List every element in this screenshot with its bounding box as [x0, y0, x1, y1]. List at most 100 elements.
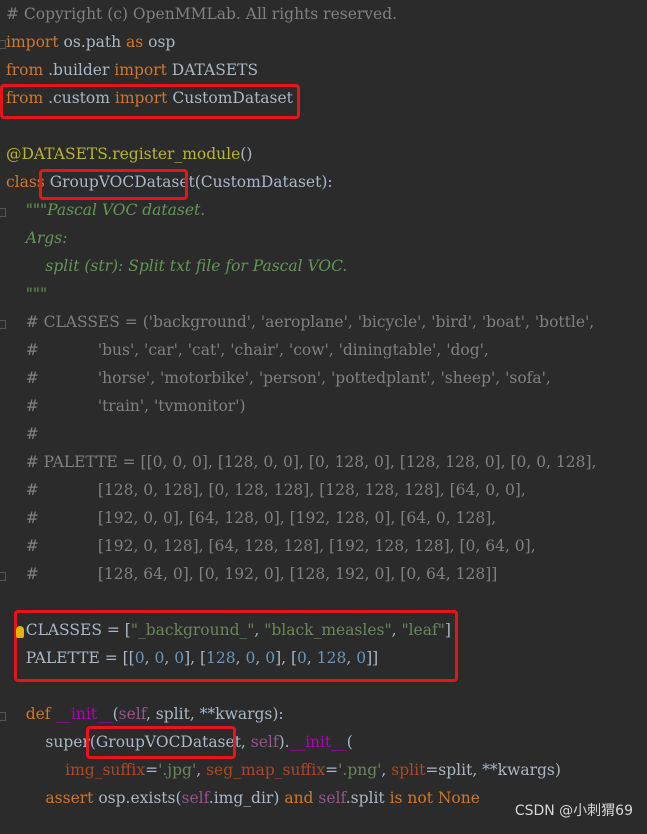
code-token: split	[391, 761, 426, 779]
code-token: GroupVOCDataset	[44, 173, 195, 191]
code-line: from .builder import DATASETS	[6, 56, 258, 84]
code-token: ,	[164, 649, 175, 667]
fold-marker-icon[interactable]	[0, 40, 6, 49]
code-token: ], [	[184, 649, 207, 667]
code-token: #	[6, 425, 39, 443]
code-token: "black_measles"	[264, 621, 392, 639]
code-token: from	[6, 61, 44, 79]
code-line: @DATASETS.register_module()	[6, 140, 252, 168]
code-token: self	[250, 733, 279, 751]
code-token: @DATASETS.register_module	[6, 145, 241, 163]
code-token: ,	[254, 621, 265, 639]
code-token: ,	[235, 649, 246, 667]
code-token: osp	[143, 33, 176, 51]
code-line: def __init__(self, split, **kwargs):	[6, 700, 284, 728]
fold-marker-icon[interactable]	[0, 572, 6, 581]
code-token: as	[126, 33, 144, 51]
code-line: split (str): Split txt file for Pascal V…	[6, 252, 347, 280]
watermark: CSDN @小刺猬69	[514, 803, 633, 819]
code-token: super	[6, 733, 90, 751]
code-token: osp.exists(	[98, 789, 182, 807]
code-token: 0	[297, 649, 307, 667]
code-token: """	[6, 285, 48, 303]
code-token: and	[284, 789, 319, 807]
code-token: __init__	[289, 733, 347, 751]
code-token: import	[6, 33, 59, 51]
code-token: 128	[206, 649, 236, 667]
code-token: '.png'	[338, 761, 382, 779]
code-token: =split, **kwargs)	[425, 761, 561, 779]
code-token: =	[145, 761, 159, 779]
fold-marker-icon[interactable]	[0, 712, 6, 721]
code-token: ,	[391, 621, 402, 639]
code-token: 0	[174, 649, 185, 667]
code-line: from .custom import CustomDataset	[6, 84, 293, 112]
code-token: Args:	[6, 229, 68, 247]
code-line: assert osp.exists(self.img_dir) and self…	[6, 784, 480, 812]
code-token: # PALETTE = [[0, 0, 0], [128, 0, 0], [0,…	[6, 453, 597, 471]
code-token: from	[6, 89, 44, 107]
code-token: ,	[306, 649, 317, 667]
code-token: =	[325, 761, 339, 779]
code-token: DATASETS	[166, 61, 259, 79]
code-token: CustomDataset	[167, 89, 293, 107]
code-token: .builder	[43, 61, 115, 79]
code-token: .split	[345, 789, 390, 807]
code-token: ()	[240, 145, 253, 163]
code-token: CLASSES = [	[6, 621, 131, 639]
code-token: 0	[154, 649, 165, 667]
code-line: """	[6, 280, 47, 308]
code-line: # [192, 0, 128], [64, 128, 128], [192, 1…	[6, 532, 536, 560]
code-line: class GroupVOCDataset(CustomDataset):	[6, 168, 333, 196]
code-token: PALETTE = [[	[6, 649, 135, 667]
code-line: """Pascal VOC dataset.	[6, 196, 205, 224]
code-token: def	[6, 705, 56, 723]
code-token: import	[114, 89, 168, 107]
code-line: # [192, 0, 0], [64, 128, 0], [192, 128, …	[6, 504, 497, 532]
lightbulb-icon[interactable]	[16, 626, 24, 638]
fold-marker-icon[interactable]	[0, 208, 6, 217]
code-token: assert	[6, 789, 99, 807]
code-token: (	[346, 733, 353, 751]
code-token: ,	[255, 649, 266, 667]
code-token: 0	[265, 649, 276, 667]
code-editor[interactable]: # Copyright (c) OpenMMLab. All rights re…	[0, 0, 647, 834]
code-token: # [192, 0, 128], [64, 128, 128], [192, 1…	[6, 537, 536, 555]
code-token: # 'horse', 'motorbike', 'person', 'potte…	[6, 369, 551, 387]
code-token: 128	[316, 649, 347, 667]
code-token: split (str): Split txt file for Pascal V…	[6, 257, 348, 275]
code-token: is not None	[389, 789, 480, 807]
code-line: import os.path as osp	[6, 28, 175, 56]
code-line: img_suffix='.jpg', seg_map_suffix='.png'…	[6, 756, 561, 784]
code-line: #	[6, 420, 39, 448]
code-token: img_suffix	[65, 761, 146, 779]
code-token: ,	[196, 761, 207, 779]
code-token: ,	[346, 649, 357, 667]
code-token: seg_map_suffix	[206, 761, 326, 779]
code-token: ).	[278, 733, 290, 751]
code-token: ,	[381, 761, 392, 779]
code-line: # 'train', 'tvmonitor')	[6, 392, 246, 420]
code-token: 0	[134, 649, 145, 667]
code-line: # 'bus', 'car', 'cat', 'chair', 'cow', '…	[6, 336, 489, 364]
code-token: # 'bus', 'car', 'cat', 'chair', 'cow', '…	[6, 341, 489, 359]
code-line: # 'horse', 'motorbike', 'person', 'potte…	[6, 364, 551, 392]
code-line: # CLASSES = ('background', 'aeroplane', …	[6, 308, 595, 336]
code-token: ,	[144, 649, 155, 667]
fold-marker-icon[interactable]	[0, 320, 6, 329]
code-token: __init__	[55, 705, 113, 723]
code-token: , split, **kwargs):	[145, 705, 284, 723]
code-token: import	[114, 61, 167, 79]
code-token: os.path	[58, 33, 127, 51]
code-token: # Copyright (c) OpenMMLab. All rights re…	[6, 5, 398, 23]
code-line: # PALETTE = [[0, 0, 0], [128, 0, 0], [0,…	[6, 448, 597, 476]
code-token: "_background_"	[130, 621, 255, 639]
code-token: ], [	[275, 649, 298, 667]
code-token: 0	[245, 649, 256, 667]
code-line: # [128, 64, 0], [0, 192, 0], [128, 192, …	[6, 560, 498, 588]
code-line: PALETTE = [[0, 0, 0], [128, 0, 0], [0, 1…	[6, 644, 379, 672]
code-token: # [192, 0, 0], [64, 128, 0], [192, 128, …	[6, 509, 497, 527]
code-token: self	[318, 789, 346, 807]
code-token: # CLASSES = ('background', 'aeroplane', …	[6, 313, 595, 331]
